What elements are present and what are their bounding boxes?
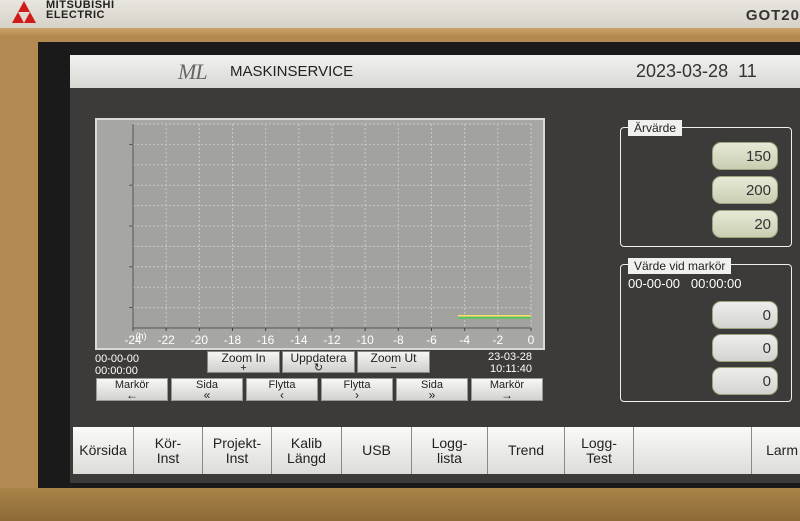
refresh-icon: ↻ (313, 362, 324, 374)
header-datetime: 2023-03-28 11 (636, 61, 757, 82)
nav-logg-test-button[interactable]: Logg- Test (565, 427, 634, 474)
nav-logg-lista-label: Logg- lista (431, 434, 468, 466)
title-bar: ML MASKINSERVICE 2023-03-28 11 (70, 55, 800, 88)
nav-korsida-button[interactable]: Körsida (73, 427, 134, 474)
trend-chart[interactable]: -24 -22 -20 -18 -16 -14 -12 -10 -8 -6 -4 -2 0 (h) (95, 118, 545, 350)
nav-usb-button[interactable]: USB (342, 427, 412, 474)
nav-projekt-inst-label: Projekt- Inst (212, 434, 262, 466)
nav-larm-label: Larm (766, 442, 798, 458)
page-title: MASKINSERVICE (230, 63, 354, 80)
device-bezel-stripe (0, 28, 800, 38)
hmi-screen: ML MASKINSERVICE 2023-03-28 11 -24 -22 -20… (70, 55, 800, 483)
marker-time: 00:00:00 (690, 276, 742, 291)
bottom-nav-bar: Körsida Kör- Inst Projekt- Inst Kalib Lä… (73, 427, 800, 474)
x-tick-label: -20 (191, 333, 209, 347)
device-bezel-top (0, 0, 800, 28)
chart-start-stamp: 00-00-00 00:00:00 (95, 353, 139, 377)
chart-end-stamp: 23-03-28 10:11:40 (488, 351, 532, 375)
brand-name: MITSUBISHI ELECTRIC (46, 0, 115, 21)
marker-date: 00-00-00 (628, 276, 681, 291)
marker-value-2: 0 (712, 334, 778, 362)
nav-larm-button[interactable]: ⚠ Larm (752, 427, 800, 474)
x-tick-label: -4 (459, 333, 470, 347)
chart-end-date: 23-03-28 (488, 351, 533, 363)
header-time: 11 (738, 61, 757, 81)
page-right-button[interactable]: Sida » (396, 378, 468, 401)
brand-line2: ELECTRIC (46, 9, 105, 21)
zoom-in-button[interactable]: Zoom In + (207, 351, 280, 374)
chart-end-time: 10:11:40 (490, 363, 533, 375)
x-tick-label: -16 (257, 333, 275, 347)
plus-icon: + (240, 362, 247, 374)
marker-value-1: 0 (712, 301, 778, 329)
mitsubishi-logo-icon (8, 1, 40, 23)
arvarde-label: Ärvärde (628, 120, 683, 136)
marker-left-button[interactable]: Markör ← (96, 378, 168, 401)
zoom-out-button[interactable]: Zoom Ut − (357, 351, 430, 374)
marker-value-3: 0 (712, 367, 778, 395)
trend-chart-svg: -24 -22 -20 -18 -16 -14 -12 -10 -8 -6 -4 -2 0(h) (124, 123, 535, 347)
nav-kalib-langd-label: Kalib Längd (287, 434, 326, 466)
arvarde-value-2[interactable]: 200 (712, 176, 778, 204)
arvarde-value-3[interactable]: 20 (712, 210, 778, 238)
marker-timestamp: 00-00-00 00:00:00 (628, 276, 742, 291)
x-tick-label: 0 (528, 333, 535, 347)
move-right-button[interactable]: Flytta › (321, 378, 393, 401)
nav-empty-button[interactable] (634, 427, 752, 474)
x-tick-label: -2 (492, 333, 503, 347)
nav-kalib-langd-button[interactable]: Kalib Längd (272, 427, 342, 474)
nav-logg-lista-button[interactable]: Logg- lista (412, 427, 488, 474)
nav-usb-label: USB (362, 442, 391, 458)
arrow-right-icon: → (501, 388, 513, 402)
chevron-right-icon: › (355, 388, 359, 402)
x-tick-label: -6 (426, 333, 437, 347)
refresh-button[interactable]: Uppdatera ↻ (282, 351, 355, 374)
move-left-button[interactable]: Flytta ‹ (246, 378, 318, 401)
x-tick-label: -8 (393, 333, 404, 347)
brand-area: MITSUBISHI ELECTRIC (8, 0, 115, 23)
x-tick-label: -18 (224, 333, 242, 347)
nav-kor-inst-button[interactable]: Kör- Inst (134, 427, 203, 474)
nav-korsida-label: Körsida (79, 442, 127, 458)
nav-logg-test-label: Logg- Test (581, 434, 617, 466)
device-model: GOT20 (745, 7, 800, 24)
arrow-left-icon: ← (126, 388, 138, 402)
chevron-left-icon: ‹ (280, 388, 284, 402)
nav-projekt-inst-button[interactable]: Projekt- Inst (203, 427, 272, 474)
marker-right-button[interactable]: Markör → (471, 378, 543, 401)
nav-trend-label: Trend (507, 442, 545, 458)
header-date: 2023-03-28 (636, 61, 729, 81)
arvarde-value-1[interactable]: 150 (712, 142, 778, 170)
x-tick-label: -10 (356, 333, 374, 347)
chart-start-date: 00-00-00 (95, 353, 140, 365)
marker-value-label: Värde vid markör (628, 258, 732, 274)
minus-icon: − (390, 362, 397, 374)
page-left-button[interactable]: Sida « (171, 378, 243, 401)
x-tick-label: -22 (157, 333, 175, 347)
nav-kor-inst-label: Kör- Inst (154, 434, 182, 466)
device-bezel-bottom (0, 488, 800, 521)
double-chevron-left-icon: « (203, 388, 211, 402)
double-chevron-right-icon: » (428, 388, 436, 402)
ml-logo: ML (178, 59, 208, 84)
nav-trend-button[interactable]: Trend (488, 427, 565, 474)
chart-start-time: 00:00:00 (95, 365, 138, 377)
x-axis-unit-label: (h) (136, 331, 147, 341)
x-tick-label: -12 (323, 333, 341, 347)
x-tick-label: -14 (290, 333, 308, 347)
